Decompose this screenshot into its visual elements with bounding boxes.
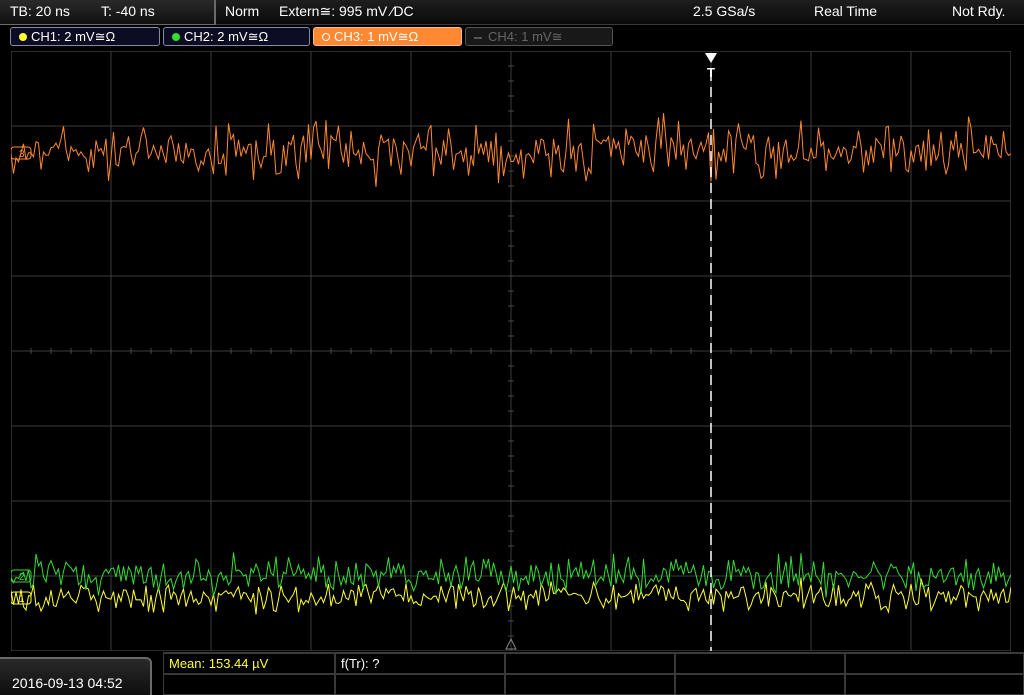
svg-text:1: 1 (19, 594, 25, 605)
ch4-off-icon (474, 36, 482, 39)
trigger-offset-value[interactable]: T: -40 ns (101, 3, 155, 19)
tab-ch3[interactable]: CH3: 1 mV≅Ω (313, 27, 462, 46)
waveform-display[interactable]: T 3 2 1 (11, 51, 1011, 651)
measurement-cell-5[interactable] (845, 653, 1024, 674)
ch4-label: CH4: 1 mV≅ (488, 29, 563, 44)
datetime: 2016-09-13 04:52 (12, 675, 123, 691)
svg-text:2: 2 (19, 572, 25, 583)
measurement-panel[interactable]: Mean: 153.44 µV f(Tr): ? (163, 652, 1024, 695)
datetime-panel: 2016-09-13 04:52 (0, 657, 152, 695)
ch2-indicator-icon (172, 33, 180, 41)
timebase-value[interactable]: TB: 20 ns (10, 3, 70, 19)
mean-measurement: Mean: 153.44 µV (169, 656, 269, 671)
tab-ch2[interactable]: CH2: 2 mV≅Ω (163, 27, 310, 46)
measurement-cell-8[interactable] (505, 674, 675, 695)
trigger-source[interactable]: Extern≅: 995 mV ⁄DC (279, 3, 414, 20)
measurement-cell-10[interactable] (845, 674, 1024, 695)
measurement-cell-9[interactable] (675, 674, 845, 695)
measurement-cell-4[interactable] (675, 653, 845, 674)
ch1-label: CH1: 2 mV≅Ω (31, 29, 116, 44)
acquisition-mode: Real Time (814, 3, 878, 19)
measurement-cell-7[interactable] (335, 674, 505, 695)
trigger-marker: T (707, 65, 715, 80)
frequency-measurement: f(Tr): ? (341, 656, 380, 671)
ch2-label: CH2: 2 mV≅Ω (184, 29, 269, 44)
timebase-panel[interactable]: TB: 20 ns T: -40 ns (0, 0, 216, 25)
measurement-cell-mean[interactable]: Mean: 153.44 µV (163, 653, 335, 674)
measurement-cell-ftr[interactable]: f(Tr): ? (335, 653, 505, 674)
ch3-indicator-icon (322, 33, 330, 41)
svg-text:3: 3 (19, 149, 25, 160)
trigger-mode[interactable]: Norm (225, 3, 259, 19)
sample-rate: 2.5 GSa/s (693, 3, 756, 19)
ch3-label: CH3: 1 mV≅Ω (334, 29, 419, 44)
run-state: Not Rdy. (952, 3, 1006, 19)
status-bar: TB: 20 ns T: -40 ns Norm Extern≅: 995 mV… (0, 0, 1024, 25)
tab-ch4[interactable]: CH4: 1 mV≅ (465, 27, 613, 46)
tab-ch1[interactable]: CH1: 2 mV≅Ω (10, 27, 160, 46)
ch1-indicator-icon (19, 33, 27, 41)
measurement-cell-6[interactable] (163, 674, 335, 695)
acquisition-status: Norm Extern≅: 995 mV ⁄DC 2.5 GSa/s Real … (216, 0, 1024, 25)
measurement-cell-3[interactable] (505, 653, 675, 674)
